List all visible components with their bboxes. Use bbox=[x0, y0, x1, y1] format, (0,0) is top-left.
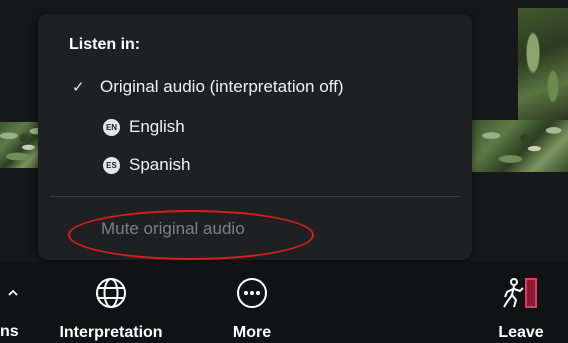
partial-toolbar-label: ns bbox=[0, 323, 19, 340]
menu-item-label: Mute original audio bbox=[101, 219, 245, 238]
video-feed-image bbox=[472, 120, 568, 172]
more-button[interactable]: More bbox=[214, 262, 290, 343]
video-feed-image bbox=[518, 8, 568, 120]
menu-title: Listen in: bbox=[69, 36, 141, 53]
menu-item-label: Spanish bbox=[129, 155, 191, 174]
more-label: More bbox=[232, 324, 272, 341]
menu-item-original-audio[interactable]: ✓ Original audio (interpretation off) bbox=[38, 72, 472, 102]
checkmark-icon: ✓ bbox=[72, 79, 85, 96]
language-badge-icon: EN bbox=[103, 118, 120, 136]
leave-door-icon bbox=[501, 276, 541, 310]
leave-button[interactable]: Leave bbox=[486, 262, 556, 343]
interpretation-button[interactable]: Interpretation bbox=[44, 262, 178, 343]
interpretation-label: Interpretation bbox=[59, 324, 163, 341]
leave-label: Leave bbox=[498, 324, 544, 341]
menu-divider bbox=[50, 196, 460, 197]
menu-item-label: Original audio (interpretation off) bbox=[100, 77, 344, 96]
chevron-up-icon[interactable] bbox=[8, 288, 18, 298]
more-dots-icon bbox=[235, 276, 269, 310]
mute-original-audio-item[interactable]: Mute original audio bbox=[38, 214, 472, 244]
menu-item-label: English bbox=[129, 117, 185, 136]
language-badge-icon: ES bbox=[103, 156, 120, 174]
meeting-toolbar: Interpretation More Leave bbox=[0, 262, 568, 343]
menu-item-english[interactable]: EN English bbox=[38, 112, 472, 142]
listen-in-menu: Listen in: ✓ Original audio (interpretat… bbox=[38, 14, 472, 260]
globe-icon bbox=[94, 276, 128, 310]
menu-item-spanish[interactable]: ES Spanish bbox=[38, 150, 472, 180]
